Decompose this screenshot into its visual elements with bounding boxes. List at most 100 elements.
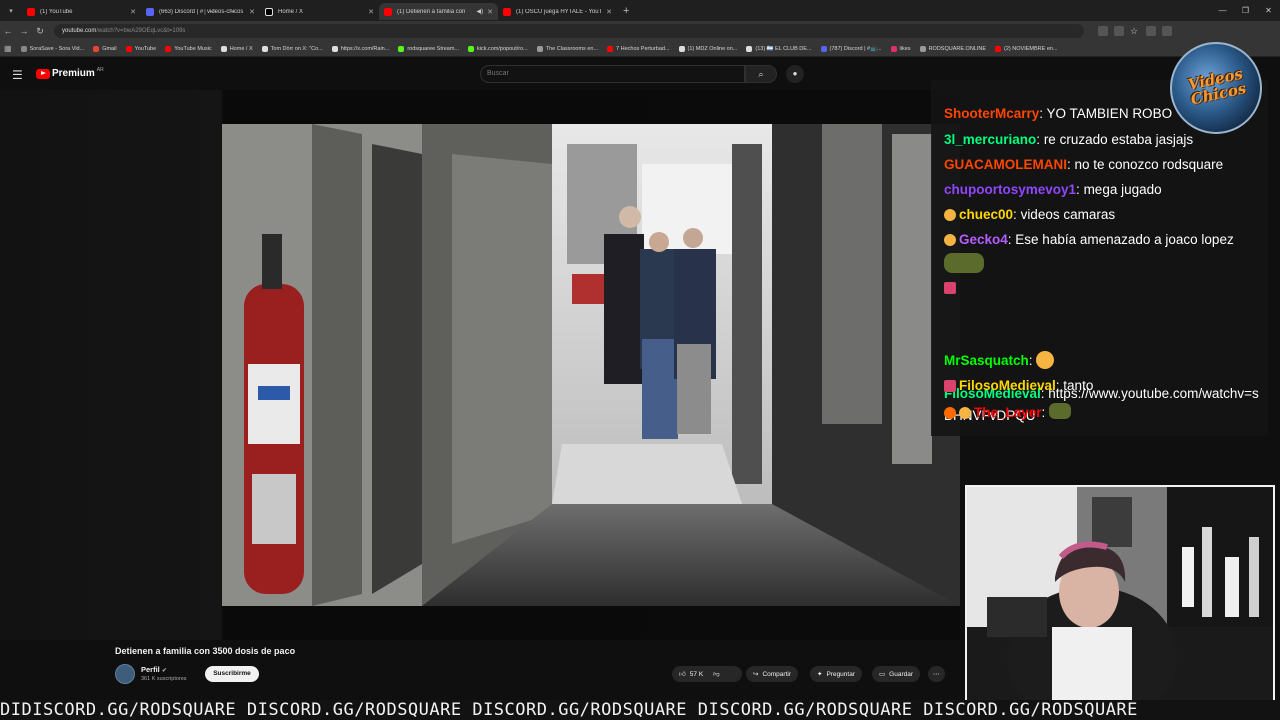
bookmark-star-icon[interactable]: ☆: [1130, 26, 1140, 36]
bookmark-item[interactable]: The Classrooms en...: [536, 45, 599, 52]
close-tab-icon[interactable]: ✕: [368, 8, 374, 16]
bookmark-item[interactable]: SoraSave - Sora Vid...: [20, 45, 84, 52]
browser-tab-active[interactable]: (1) Detienen a familia con ◀) ✕: [379, 3, 498, 20]
close-tab-icon[interactable]: ✕: [487, 8, 493, 16]
bookmark-item[interactable]: (13) 🇦🇷 EL CLUB DE...: [746, 45, 812, 52]
audio-playing-icon[interactable]: ◀): [477, 8, 484, 15]
browser-tab-strip: ▾ (1) YouTube ✕ (663) Discord | #│vi̶deo…: [0, 0, 1280, 21]
bookmark-label: YouTube Music: [174, 45, 212, 52]
chat-text: re cruzado estaba jasjajs: [1043, 132, 1194, 147]
bookmarks-bar: ▦ SoraSave - Sora Vid... Gmail YouTube YouT…: [0, 41, 1280, 57]
bookmark-label: kick.com/popout/ro...: [477, 45, 528, 52]
chat-message: 3l_mercuriano: re cruzado estaba jasjajs: [944, 132, 1194, 147]
bookmark-item[interactable]: https://x.com/Rain...: [331, 45, 390, 52]
bookmark-label: The Classrooms en...: [545, 45, 599, 52]
close-window-icon[interactable]: ✕: [1257, 0, 1280, 21]
bookmark-item[interactable]: YouTube Music: [165, 45, 212, 52]
chat-text: mega jugado: [1083, 182, 1162, 197]
bookmark-label: YouTube: [134, 45, 157, 52]
bookmark-favicon-icon: [536, 45, 543, 52]
emoji-icon: [944, 234, 956, 246]
bookmark-favicon-icon: [607, 45, 614, 52]
chat-username: GUACAMOLEMANI: [944, 157, 1067, 172]
subscribe-button[interactable]: Suscribirme: [205, 666, 259, 682]
extensions-puzzle-icon[interactable]: [1146, 26, 1156, 36]
youtube-premium-logo[interactable]: Premium AR: [36, 67, 104, 79]
bookmark-favicon-icon: [125, 45, 132, 52]
close-tab-icon[interactable]: ✕: [249, 8, 255, 16]
reload-icon[interactable]: ↻: [32, 26, 48, 37]
bookmark-item[interactable]: Gmail: [93, 45, 117, 52]
minimize-icon[interactable]: —: [1211, 0, 1234, 21]
back-icon[interactable]: ←: [0, 26, 16, 36]
youtube-play-icon: [36, 68, 50, 79]
window-controls: — ❐ ✕: [1211, 0, 1280, 21]
x-favicon-icon: [265, 7, 273, 16]
like-icon[interactable]: 👍︎: [679, 670, 686, 678]
bookmark-item[interactable]: RODSQUARE.ONLINE: [919, 45, 987, 52]
browser-tab[interactable]: (663) Discord | #│vi̶deos-ch̶icos ✕: [141, 3, 260, 20]
ask-button[interactable]: ✦ Preguntar: [810, 666, 862, 682]
browser-tab[interactable]: Home / X ✕: [260, 3, 379, 20]
bookmark-favicon-icon: [165, 45, 172, 52]
channel-avatar[interactable]: [115, 664, 135, 684]
search-icon[interactable]: ⌕: [745, 65, 777, 83]
bookmark-label: 7 Hechos Perturbad...: [616, 45, 670, 52]
like-count[interactable]: 57 K: [690, 671, 703, 678]
search-input[interactable]: Buscar: [480, 65, 745, 83]
apps-grid-icon[interactable]: ▦: [4, 44, 12, 53]
tab-title: (663) Discord | #│vi̶deos-ch̶icos: [159, 8, 244, 15]
bookmark-item[interactable]: (787) Discord | #📺...: [820, 45, 882, 52]
bookmark-favicon-icon: [20, 45, 27, 52]
hallway-scene-image: [222, 124, 960, 606]
logo-wordmark: Premium: [52, 68, 95, 79]
dislike-icon[interactable]: 👎︎: [713, 670, 720, 678]
share-label: Compartir: [762, 670, 791, 678]
bookmark-favicon-icon: [468, 45, 474, 52]
share-button[interactable]: ↪ Compartir: [746, 666, 798, 682]
tab-title: Home / X: [278, 8, 304, 15]
bookmark-item[interactable]: (1) MDZ Online on...: [678, 45, 737, 52]
microphone-icon[interactable]: ●: [786, 65, 804, 83]
bookmark-label: https://x.com/Rain...: [340, 45, 390, 52]
channel-name[interactable]: Perfil ✔: [141, 665, 167, 674]
browser-tab[interactable]: (1) YouTube ✕: [22, 3, 141, 20]
bookmark-item[interactable]: Tom Dörr on X: "Co...: [261, 45, 323, 52]
bookmark-item[interactable]: YouTube: [125, 45, 157, 52]
maximize-icon[interactable]: ❐: [1234, 0, 1257, 21]
download-icon[interactable]: [1162, 26, 1172, 36]
bookmark-item[interactable]: 7 Hechos Perturbad...: [607, 45, 670, 52]
webcam-overlay: [965, 485, 1275, 705]
bookmark-label: Gmail: [102, 45, 117, 52]
tab-search-icon[interactable]: ▾: [0, 0, 22, 21]
close-tab-icon[interactable]: ✕: [130, 8, 136, 16]
new-tab-icon[interactable]: +: [623, 5, 629, 17]
bookmark-item[interactable]: rodsquaree Stream...: [398, 45, 459, 52]
more-actions-button[interactable]: ⋯: [928, 666, 945, 682]
bookmark-favicon-icon: [746, 45, 753, 52]
close-tab-icon[interactable]: ✕: [606, 8, 612, 16]
chat-message: MrSasquatch:: [944, 351, 1057, 369]
video-frame[interactable]: [222, 124, 960, 606]
chat-text: videos camaras: [1020, 207, 1116, 222]
chat-username: chupoortosymevoy1: [944, 182, 1077, 197]
chat-message: FilosoMedieval: tanto: [944, 378, 1093, 393]
share-icon: ↪: [753, 671, 759, 678]
bookmark-item[interactable]: Home / X: [220, 45, 253, 52]
save-button[interactable]: ▭ Guardar: [872, 666, 921, 682]
forward-icon[interactable]: →: [16, 26, 32, 36]
youtube-favicon-icon: [503, 7, 511, 16]
discord-favicon-icon: [146, 7, 154, 16]
bookmark-favicon-icon: [398, 45, 405, 52]
bookmark-item[interactable]: (2) NOVIEMBRE en...: [995, 45, 1058, 52]
address-bar[interactable]: youtube.com/watch?v=bwA29OEqLvc&t=109s: [54, 24, 1084, 38]
browser-tab[interactable]: (1) OSCU juega HYTALE - YouTube ✕: [498, 3, 617, 20]
bookmark-label: RODSQUARE.ONLINE: [928, 45, 987, 52]
extension-icon[interactable]: [1114, 26, 1124, 36]
menu-icon[interactable]: ☰: [12, 68, 23, 82]
bookmark-item[interactable]: likes: [890, 45, 911, 52]
bookmark-item[interactable]: kick.com/popout/ro...: [468, 45, 528, 52]
extension-icon[interactable]: [1098, 26, 1108, 36]
chat-username: Gecko4: [959, 232, 1008, 247]
chat-username: ShooterMcarry: [944, 106, 1040, 121]
